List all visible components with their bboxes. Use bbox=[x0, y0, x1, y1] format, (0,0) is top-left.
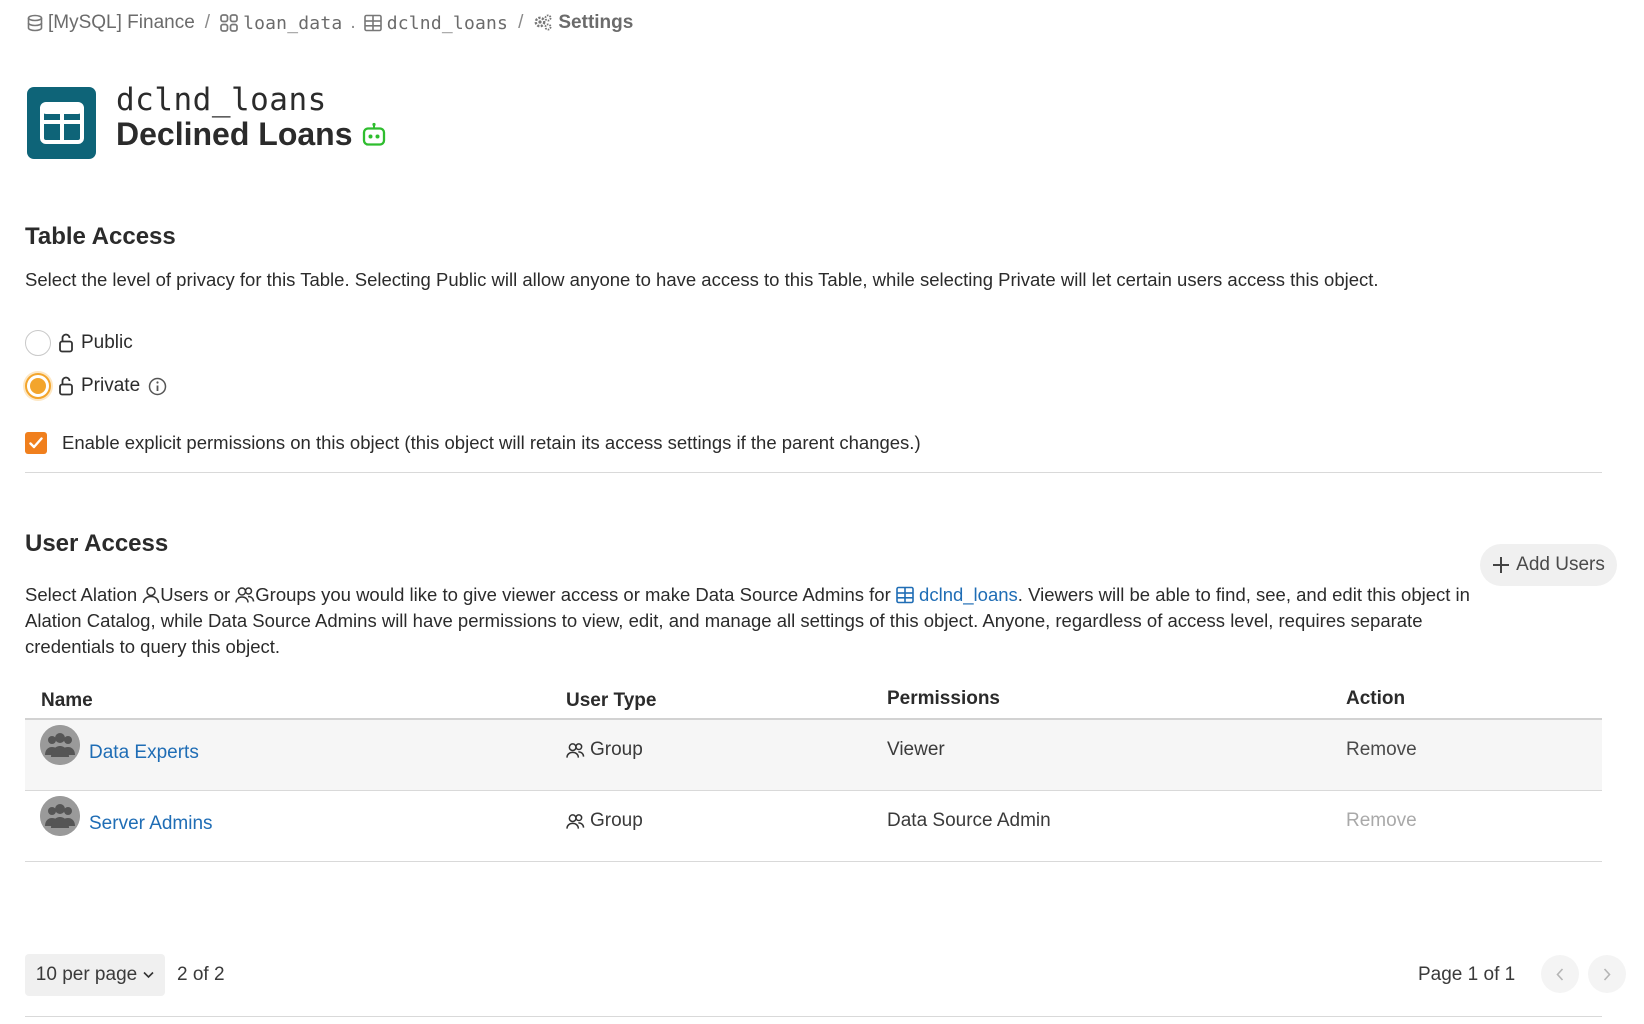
group-icon bbox=[235, 587, 255, 603]
next-page-button[interactable] bbox=[1588, 955, 1626, 993]
lock-icon bbox=[59, 376, 73, 396]
group-avatar-icon bbox=[40, 796, 80, 836]
plus-icon bbox=[1493, 557, 1510, 573]
desc-part3: . Viewers will be able to find, see, and… bbox=[1017, 584, 1470, 605]
public-radio[interactable] bbox=[25, 330, 51, 356]
breadcrumb-separator: / bbox=[518, 12, 524, 33]
desc-groups: Groups bbox=[255, 584, 316, 605]
column-header-action: Action bbox=[1346, 688, 1406, 709]
public-label: Public bbox=[81, 332, 133, 353]
table-access-description: Select the level of privacy for this Tab… bbox=[25, 269, 1379, 290]
row-user-type: Group bbox=[566, 739, 643, 761]
object-technical-name: dclnd_loans bbox=[116, 82, 327, 118]
chevron-down-icon bbox=[143, 971, 154, 979]
explicit-permissions-label: Enable explicit permissions on this obje… bbox=[62, 432, 921, 453]
desc-line2: Alation Catalog, while Data Source Admin… bbox=[25, 610, 1423, 631]
user-icon bbox=[143, 586, 160, 604]
private-radio[interactable] bbox=[25, 373, 51, 399]
row-remove-button-disabled: Remove bbox=[1346, 810, 1417, 831]
column-header-user-type[interactable]: User Type bbox=[566, 690, 656, 712]
footer-divider bbox=[25, 1016, 1602, 1017]
row-permissions[interactable]: Data Source Admin bbox=[887, 810, 1051, 832]
breadcrumb: [MySQL] Finance / loan_data . dclnd_loan… bbox=[27, 11, 633, 35]
prev-page-button[interactable] bbox=[1541, 955, 1579, 993]
breadcrumb-schema[interactable]: loan_data bbox=[220, 13, 342, 34]
row-remove-button[interactable]: Remove bbox=[1346, 739, 1417, 761]
row-user-type-label: Group bbox=[590, 739, 643, 760]
chevron-left-icon bbox=[1556, 967, 1564, 981]
table-bottom-divider bbox=[25, 861, 1602, 862]
breadcrumb-settings-label: Settings bbox=[558, 12, 634, 33]
table-row: Data Experts Group Viewer Remove bbox=[25, 720, 1602, 790]
info-icon[interactable] bbox=[148, 377, 167, 396]
breadcrumb-datasource[interactable]: [MySQL] Finance bbox=[27, 12, 195, 34]
unlock-icon bbox=[59, 333, 73, 353]
breadcrumb-table-label: dclnd_loans bbox=[386, 12, 509, 34]
desc-part2: you would like to give viewer access or … bbox=[315, 584, 896, 605]
row-name-link[interactable]: Data Experts bbox=[89, 742, 199, 764]
gears-icon bbox=[534, 14, 552, 31]
breadcrumb-table[interactable]: dclnd_loans bbox=[363, 12, 509, 34]
breadcrumb-separator: / bbox=[204, 12, 211, 33]
column-header-permissions[interactable]: Permissions bbox=[887, 688, 1000, 710]
breadcrumb-settings: Settings bbox=[533, 12, 633, 34]
check-icon bbox=[29, 437, 43, 449]
object-link[interactable]: dclnd_loans bbox=[896, 584, 1018, 605]
add-users-button[interactable]: Add Users bbox=[1480, 544, 1617, 586]
breadcrumb-dot: . bbox=[350, 12, 356, 33]
breadcrumb-schema-label: loan_data bbox=[243, 12, 343, 34]
desc-line3: credentials to query this object. bbox=[25, 636, 281, 657]
add-users-label: Add Users bbox=[1516, 554, 1605, 575]
group-avatar bbox=[40, 725, 80, 765]
per-page-label: 10 per page bbox=[35, 964, 138, 985]
row-user-type-label: Group bbox=[590, 810, 643, 831]
group-icon bbox=[566, 813, 585, 829]
row-name-link[interactable]: Server Admins bbox=[89, 813, 213, 835]
public-option[interactable]: Public bbox=[25, 330, 133, 356]
table-grid-icon bbox=[27, 87, 96, 159]
per-page-select[interactable]: 10 per page bbox=[25, 954, 165, 996]
schema-icon bbox=[220, 14, 238, 32]
group-icon bbox=[566, 742, 585, 758]
row-permissions[interactable]: Viewer bbox=[887, 739, 945, 761]
breadcrumb-datasource-label: [MySQL] Finance bbox=[48, 12, 195, 33]
robot-icon[interactable] bbox=[361, 122, 387, 148]
table-icon bbox=[896, 586, 914, 604]
column-header-name[interactable]: Name bbox=[41, 690, 93, 712]
database-icon bbox=[27, 14, 43, 32]
group-avatar-icon bbox=[40, 725, 80, 765]
page-title: Declined Loans bbox=[116, 116, 353, 152]
private-option[interactable]: Private bbox=[25, 373, 167, 399]
section-divider bbox=[25, 472, 1602, 473]
object-link-label: dclnd_loans bbox=[919, 584, 1018, 605]
explicit-permissions-option[interactable]: Enable explicit permissions on this obje… bbox=[25, 432, 921, 454]
desc-part1: Select Alation bbox=[25, 584, 143, 605]
user-access-heading: User Access bbox=[25, 530, 169, 557]
desc-users: Users bbox=[160, 584, 209, 605]
group-avatar bbox=[40, 796, 80, 836]
row-user-type: Group bbox=[566, 810, 643, 832]
chevron-right-icon bbox=[1603, 967, 1611, 981]
page-indicator: Page 1 of 1 bbox=[1418, 964, 1516, 985]
private-label: Private bbox=[81, 375, 141, 396]
user-access-description: Select Alation Users or Groups you would… bbox=[25, 582, 1605, 660]
explicit-permissions-checkbox[interactable] bbox=[25, 432, 47, 454]
desc-or: or bbox=[208, 584, 236, 605]
table-icon bbox=[363, 14, 382, 32]
table-row: Server Admins Group Data Source Admin Re… bbox=[25, 791, 1602, 861]
object-title-row: Declined Loans bbox=[116, 116, 387, 153]
item-count: 2 of 2 bbox=[177, 964, 225, 985]
table-access-heading: Table Access bbox=[25, 223, 176, 250]
